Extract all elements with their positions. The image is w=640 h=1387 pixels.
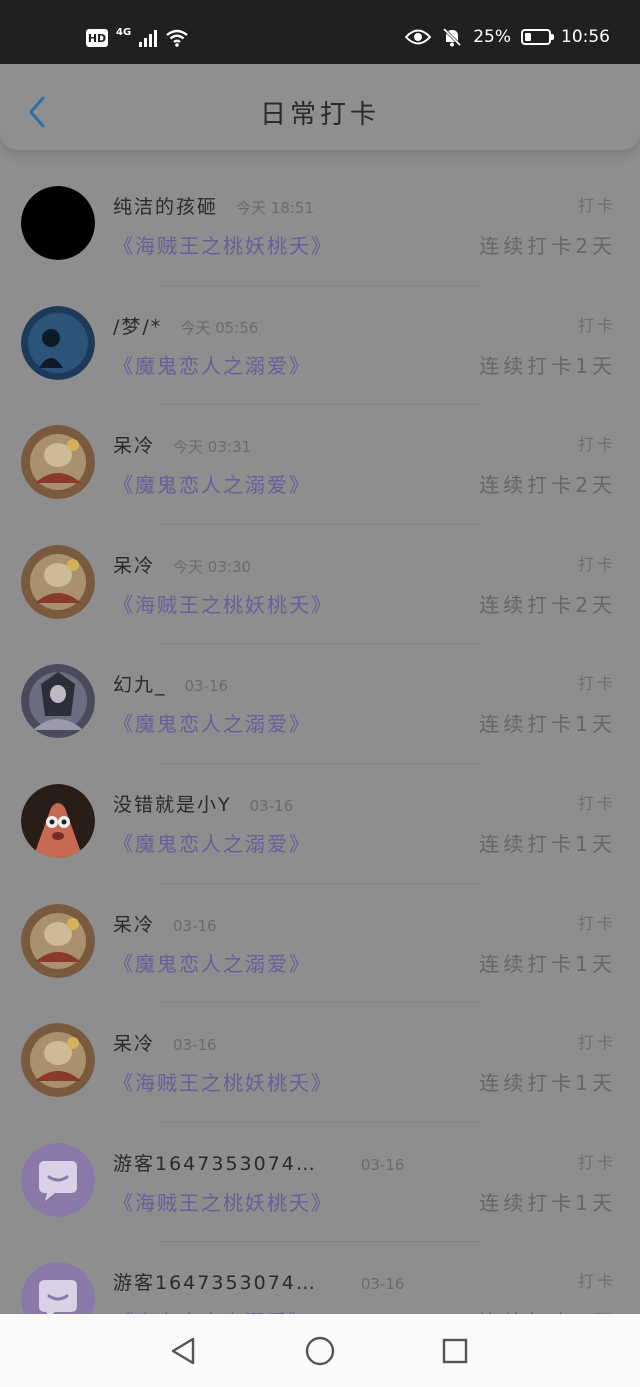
user-name-row: 呆冷 今天 03:30 (113, 551, 251, 578)
streak-text: 连续打卡1天 (479, 353, 616, 378)
avatar[interactable] (21, 1023, 95, 1098)
book-title[interactable]: 《海贼王之桃妖桃夭》 (113, 589, 333, 618)
avatar[interactable] (21, 544, 95, 619)
list-item[interactable]: 没错就是小Y 03-16 《魔鬼恋人之溺爱》 打卡 连续打卡1天 (0, 764, 640, 884)
status-bar: HD 4G 25% 10:56 (0, 0, 640, 64)
checkin-label: 打卡 (577, 1272, 616, 1292)
checkin-time: 今天 03:30 (173, 557, 252, 576)
checkin-label: 打卡 (577, 1033, 616, 1053)
checkin-time: 03-16 (184, 677, 229, 696)
avatar[interactable] (21, 783, 95, 858)
user-name-row: /梦/* 今天 05:56 (113, 312, 258, 339)
checkin-time: 今天 18:51 (236, 199, 315, 217)
list-item[interactable]: 纯洁的孩砸 今天 18:51 《海贼王之桃妖桃夭》 打卡 连续打卡2天 (0, 166, 640, 286)
streak-text: 连续打卡1天 (479, 1071, 616, 1096)
signal-icon (139, 29, 158, 47)
book-title[interactable]: 《海贼王之桃妖桃夭》 (113, 1067, 333, 1096)
avatar[interactable] (21, 305, 95, 380)
streak-text: 连续打卡2天 (479, 592, 616, 617)
checkin-label: 打卡 (577, 196, 616, 215)
streak-text: 连续打卡1天 (479, 1190, 616, 1215)
book-title[interactable]: 《魔鬼恋人之溺爱》 (113, 948, 311, 977)
user-name[interactable]: /梦/* (113, 316, 162, 338)
checkin-list: 纯洁的孩砸 今天 18:51 《海贼王之桃妖桃夭》 打卡 连续打卡2天 /梦/* 今… (0, 166, 640, 1362)
app-header: 日常打卡 (0, 64, 640, 150)
status-right: 25% 10:56 (405, 26, 610, 48)
checkin-time: 03-16 (173, 916, 217, 935)
system-nav-bar (0, 1314, 640, 1387)
book-title[interactable]: 《魔鬼恋人之溺爱》 (113, 469, 311, 498)
clock: 10:56 (561, 27, 610, 47)
battery-icon (521, 29, 554, 45)
list-item[interactable]: 呆冷 03-16 《魔鬼恋人之溺爱》 打卡 连续打卡1天 (0, 884, 640, 1004)
list-item[interactable]: 呆冷 今天 03:31 《魔鬼恋人之溺爱》 打卡 连续打卡2天 (0, 405, 640, 525)
network-type: 4G (116, 26, 132, 38)
checkin-label: 打卡 (577, 435, 616, 455)
user-name[interactable]: 幻九_ (113, 674, 167, 696)
nav-back-button[interactable] (168, 1336, 198, 1366)
square-recents-icon (442, 1338, 468, 1364)
streak-text: 连续打卡1天 (479, 951, 616, 976)
checkin-label: 打卡 (577, 554, 616, 574)
user-name[interactable]: 游客1647353074… (113, 1153, 317, 1175)
user-name[interactable]: 纯洁的孩砸 (113, 196, 218, 218)
checkin-time: 03-16 (360, 1155, 405, 1174)
checkin-time: 今天 03:31 (173, 438, 252, 457)
user-name-row: 呆冷 03-16 (113, 1029, 217, 1056)
checkin-time: 03-16 (360, 1275, 405, 1294)
circle-home-icon (305, 1336, 335, 1366)
avatar[interactable] (21, 664, 95, 739)
eye-icon (405, 29, 432, 45)
wifi-icon (166, 29, 188, 47)
checkin-time: 今天 05:56 (180, 318, 259, 337)
book-title[interactable]: 《魔鬼恋人之溺爱》 (113, 350, 311, 379)
user-name[interactable]: 游客1647353074… (113, 1272, 317, 1294)
user-name[interactable]: 呆冷 (113, 1033, 155, 1055)
user-name[interactable]: 呆冷 (113, 914, 155, 936)
avatar[interactable] (21, 186, 95, 260)
checkin-time: 03-16 (173, 1036, 217, 1055)
status-left: HD 4G (86, 26, 189, 48)
user-name[interactable]: 呆冷 (113, 555, 155, 577)
user-name-row: 幻九_ 03-16 (113, 670, 228, 697)
user-name[interactable]: 没错就是小Y (113, 794, 232, 816)
user-name-row: 没错就是小Y 03-16 (113, 790, 293, 817)
hd-badge: HD (86, 29, 108, 47)
list-item[interactable]: 呆冷 今天 03:30 《海贼王之桃妖桃夭》 打卡 连续打卡2天 (0, 525, 640, 645)
user-name-row: 游客1647353074… 03-16 (113, 1268, 404, 1295)
user-name-row: 纯洁的孩砸 今天 18:51 (113, 192, 314, 219)
list-item[interactable]: 呆冷 03-16 《海贼王之桃妖桃夭》 打卡 连续打卡1天 (0, 1003, 640, 1123)
list-item[interactable]: /梦/* 今天 05:56 《魔鬼恋人之溺爱》 打卡 连续打卡1天 (0, 286, 640, 406)
streak-text: 连续打卡2天 (479, 234, 616, 258)
user-name[interactable]: 呆冷 (113, 435, 155, 457)
book-title[interactable]: 《魔鬼恋人之溺爱》 (113, 708, 311, 737)
list-item[interactable]: 游客1647353074… 03-16 《海贼王之桃妖桃夭》 打卡 连续打卡1天 (0, 1123, 640, 1243)
checkin-label: 打卡 (577, 793, 616, 813)
page-title: 日常打卡 (259, 100, 380, 130)
nav-home-button[interactable] (305, 1336, 335, 1366)
checkin-label: 打卡 (577, 913, 616, 933)
streak-text: 连续打卡2天 (479, 473, 616, 498)
checkin-time: 03-16 (249, 796, 294, 815)
checkin-label: 打卡 (577, 315, 616, 335)
book-title[interactable]: 《海贼王之桃妖桃夭》 (113, 230, 333, 259)
streak-text: 连续打卡1天 (479, 712, 616, 737)
nav-recents-button[interactable] (440, 1336, 470, 1366)
battery-percent: 25% (473, 27, 511, 47)
book-title[interactable]: 《海贼王之桃妖桃夭》 (113, 1187, 333, 1216)
triangle-back-icon (171, 1337, 195, 1365)
avatar[interactable] (21, 425, 95, 500)
streak-text: 连续打卡1天 (479, 831, 616, 856)
user-name-row: 呆冷 03-16 (113, 910, 217, 937)
avatar[interactable] (21, 1142, 95, 1217)
user-name-row: 游客1647353074… 03-16 (113, 1149, 404, 1176)
checkin-label: 打卡 (577, 674, 616, 694)
bell-muted-icon (443, 27, 462, 47)
user-name-row: 呆冷 今天 03:31 (113, 431, 251, 458)
checkin-label: 打卡 (577, 1152, 616, 1172)
list-item[interactable]: 幻九_ 03-16 《魔鬼恋人之溺爱》 打卡 连续打卡1天 (0, 644, 640, 764)
book-title[interactable]: 《魔鬼恋人之溺爱》 (113, 828, 311, 857)
avatar[interactable] (21, 903, 95, 978)
